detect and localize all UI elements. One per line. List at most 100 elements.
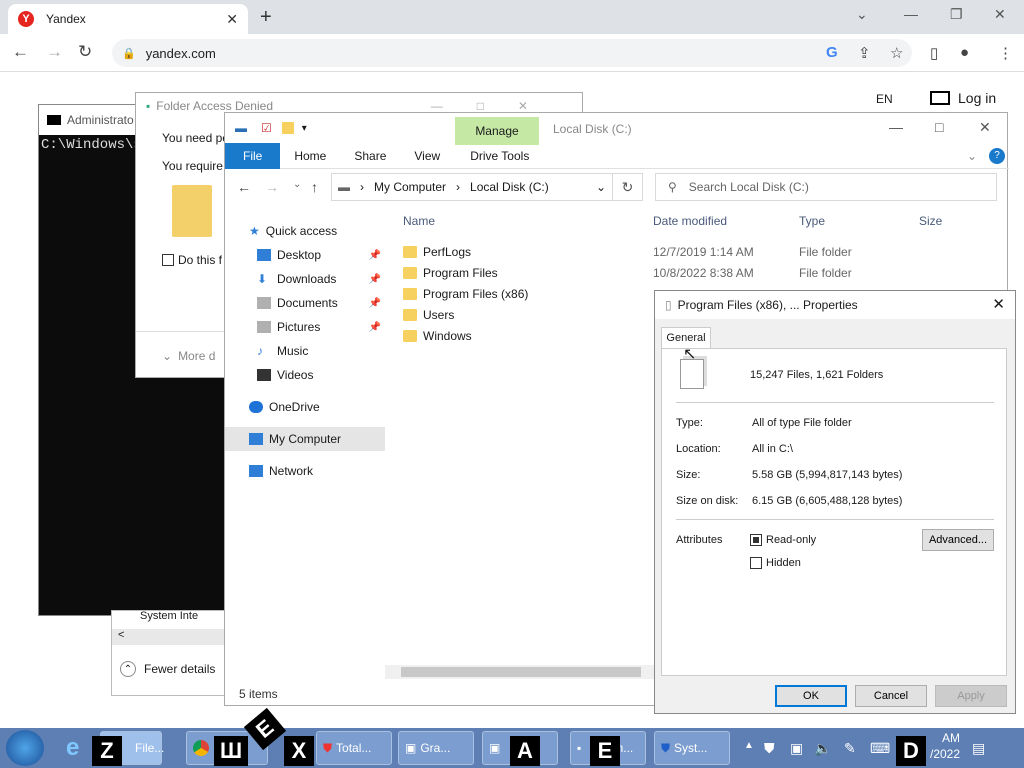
apply-button[interactable]: Apply: [935, 685, 1007, 707]
new-folder-qa-icon[interactable]: [281, 122, 294, 134]
lock-icon[interactable]: 🔒: [122, 47, 136, 60]
taskbar-total[interactable]: ⛊ Total...: [316, 731, 392, 765]
pictures-icon: [257, 321, 271, 333]
checkbox-box[interactable]: [750, 557, 762, 569]
keyboard-icon[interactable]: ⌨: [870, 740, 890, 757]
checkbox-box[interactable]: [750, 534, 762, 546]
taskbar-system[interactable]: ⛊ Syst...: [654, 731, 730, 765]
properties-title: Program Files (x86), ... Properties: [677, 298, 858, 312]
pen-icon[interactable]: ✎: [844, 740, 856, 757]
start-button[interactable]: [6, 730, 44, 766]
bookmark-star-icon[interactable]: ☆: [890, 44, 903, 62]
minimize-icon[interactable]: —: [889, 119, 903, 135]
fewer-details-toggle[interactable]: ⌃ Fewer details: [120, 661, 215, 677]
share-icon[interactable]: ⇪: [858, 44, 871, 62]
ie-icon[interactable]: e: [66, 734, 79, 762]
tab-home[interactable]: Home: [280, 143, 340, 169]
breadcrumb-local-disk[interactable]: Local Disk (C:): [470, 180, 549, 194]
nav-desktop[interactable]: Desktop 📌: [225, 243, 385, 267]
login-link[interactable]: Log in: [930, 90, 996, 106]
maximize-icon[interactable]: □: [935, 119, 943, 135]
task-item[interactable]: System Inte: [112, 610, 230, 622]
minimize-icon[interactable]: —: [904, 6, 918, 22]
nav-pictures[interactable]: Pictures 📌: [225, 315, 385, 339]
scroll-thumb[interactable]: [401, 667, 641, 677]
nav-quick-access[interactable]: ★ Quick access: [225, 219, 385, 243]
close-tab-icon[interactable]: ✕: [226, 11, 238, 28]
cmd-icon: ▪: [577, 741, 582, 755]
taskbar-gra[interactable]: ▣ Gra...: [398, 731, 474, 765]
close-icon[interactable]: ✕: [979, 119, 991, 136]
manage-context-tab[interactable]: Manage: [455, 117, 539, 145]
clock[interactable]: AM /2022: [930, 730, 960, 762]
col-type[interactable]: Type: [799, 214, 919, 228]
new-tab-button[interactable]: +: [260, 6, 272, 29]
ribbon-expand-icon[interactable]: ⌄: [967, 149, 977, 163]
restore-icon[interactable]: ❐: [950, 6, 963, 23]
notification-icon[interactable]: ▤: [972, 740, 985, 757]
close-window-icon[interactable]: ✕: [994, 6, 1006, 23]
horizontal-scrollbar[interactable]: [385, 665, 655, 679]
pin-icon[interactable]: 📌: [369, 322, 381, 333]
forward-icon[interactable]: →: [46, 42, 63, 62]
nav-onedrive[interactable]: OneDrive: [225, 395, 385, 419]
address-bar[interactable]: 🔒 yandex.com: [112, 39, 912, 67]
volume-icon[interactable]: 🔈: [814, 740, 831, 757]
google-icon[interactable]: G: [826, 44, 838, 61]
back-icon[interactable]: ←: [237, 179, 251, 195]
col-size[interactable]: Size: [919, 214, 942, 228]
cancel-button[interactable]: Cancel: [855, 685, 927, 707]
advanced-button[interactable]: Advanced...: [922, 529, 994, 551]
nav-music[interactable]: ♪ Music: [225, 339, 385, 363]
tab-view[interactable]: View: [400, 143, 454, 169]
breadcrumb-my-computer[interactable]: My Computer: [374, 180, 446, 194]
recent-dropdown-icon[interactable]: ⌄: [293, 179, 301, 190]
network-tray-icon[interactable]: ▣: [790, 740, 803, 757]
more-details-toggle[interactable]: ⌄ More d: [162, 349, 215, 363]
table-row[interactable]: PerfLogs 12/7/2019 1:14 AM File folder: [395, 241, 995, 262]
tab-search-icon[interactable]: ⌄: [856, 6, 868, 23]
refresh-icon[interactable]: ↻: [613, 173, 643, 201]
checkbox-box[interactable]: [162, 254, 174, 266]
nav-network[interactable]: Network: [225, 459, 385, 483]
nav-downloads[interactable]: ⬇ Downloads 📌: [225, 267, 385, 291]
menu-icon[interactable]: ⋮: [998, 44, 1013, 62]
chevron-down-icon[interactable]: ⌄: [596, 180, 606, 194]
properties-qa-icon[interactable]: ☑: [261, 121, 272, 135]
properties-dialog[interactable]: ▯ Program Files (x86), ... Properties ✕ …: [654, 290, 1016, 714]
nav-videos[interactable]: Videos: [225, 363, 385, 387]
forward-icon[interactable]: →: [265, 179, 279, 195]
readonly-checkbox[interactable]: Read-only: [750, 534, 816, 546]
tm-scrollbar[interactable]: <: [112, 629, 230, 645]
tab-share[interactable]: Share: [340, 143, 400, 169]
table-row[interactable]: Program Files 10/8/2022 8:38 AM File folde…: [395, 262, 995, 283]
tab-drive-tools[interactable]: Drive Tools: [456, 143, 543, 169]
up-icon[interactable]: ↑: [311, 179, 318, 195]
breadcrumb[interactable]: ▬ › My Computer › Local Disk (C:) ⌄: [331, 173, 613, 201]
tray-expand-icon[interactable]: ▲: [744, 740, 754, 751]
security-icon[interactable]: ⛊: [764, 740, 775, 757]
pin-icon[interactable]: 📌: [369, 298, 381, 309]
pin-icon[interactable]: 📌: [369, 250, 381, 261]
col-name[interactable]: Name: [395, 214, 653, 228]
qa-dropdown-icon[interactable]: ▾: [302, 123, 307, 134]
sidepanel-icon[interactable]: ▯: [930, 44, 938, 62]
nav-documents[interactable]: Documents 📌: [225, 291, 385, 315]
help-icon[interactable]: ?: [989, 147, 1005, 164]
language-switch[interactable]: EN: [876, 92, 893, 106]
browser-tab[interactable]: Y Yandex ✕: [8, 4, 248, 34]
properties-titlebar[interactable]: ▯ Program Files (x86), ... Properties: [655, 291, 1015, 319]
hidden-checkbox[interactable]: Hidden: [750, 557, 801, 569]
col-date[interactable]: Date modified: [653, 214, 799, 228]
pin-icon[interactable]: 📌: [369, 274, 381, 285]
search-box[interactable]: ⚲ Search Local Disk (C:): [655, 173, 997, 201]
nav-my-computer[interactable]: My Computer: [225, 427, 385, 451]
profile-icon[interactable]: ●: [960, 44, 969, 61]
close-icon[interactable]: ✕: [992, 295, 1005, 313]
ok-button[interactable]: OK: [775, 685, 847, 707]
overlay-letter: E: [590, 736, 620, 766]
back-icon[interactable]: ←: [12, 42, 29, 62]
reload-icon[interactable]: ↻: [78, 42, 92, 62]
tab-file[interactable]: File: [225, 142, 281, 169]
task-manager-window[interactable]: System Inte < ⌃ Fewer details: [111, 610, 231, 696]
